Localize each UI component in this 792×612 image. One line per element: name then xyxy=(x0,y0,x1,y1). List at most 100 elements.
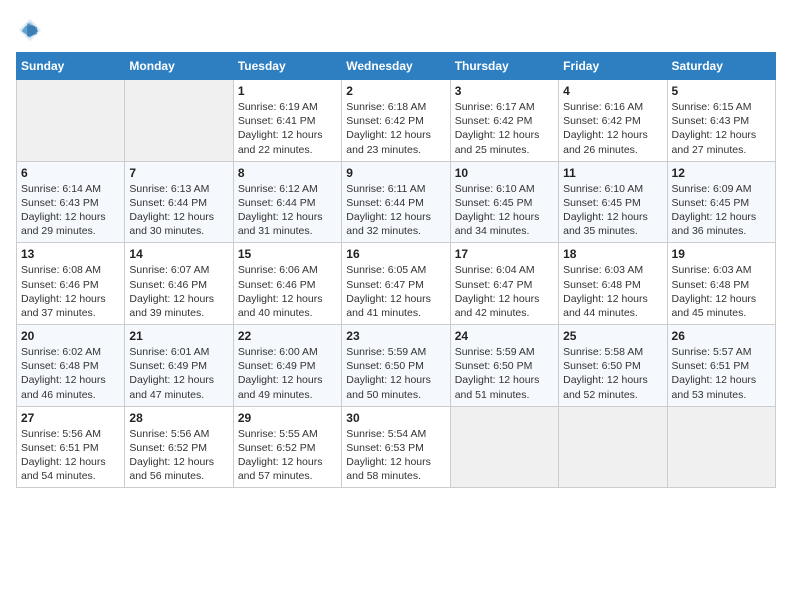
day-number: 19 xyxy=(672,247,771,261)
calendar-header-row: SundayMondayTuesdayWednesdayThursdayFrid… xyxy=(17,53,776,80)
daylight-text: Daylight: 12 hours and 32 minutes. xyxy=(346,211,431,237)
sunrise-text: Sunrise: 6:13 AM xyxy=(129,183,209,195)
calendar-cell: 1Sunrise: 6:19 AMSunset: 6:41 PMDaylight… xyxy=(233,80,341,162)
calendar-body: 1Sunrise: 6:19 AMSunset: 6:41 PMDaylight… xyxy=(17,80,776,488)
day-number: 23 xyxy=(346,329,445,343)
daylight-text: Daylight: 12 hours and 23 minutes. xyxy=(346,129,431,155)
calendar-cell: 28Sunrise: 5:56 AMSunset: 6:52 PMDayligh… xyxy=(125,406,233,488)
sunset-text: Sunset: 6:48 PM xyxy=(672,279,750,291)
daylight-text: Daylight: 12 hours and 22 minutes. xyxy=(238,129,323,155)
daylight-text: Daylight: 12 hours and 36 minutes. xyxy=(672,211,757,237)
calendar-cell: 14Sunrise: 6:07 AMSunset: 6:46 PMDayligh… xyxy=(125,243,233,325)
calendar-cell: 16 Sunrise: 6:05 AMSunset: 6:47 PMDayligh… xyxy=(342,243,450,325)
daylight-text: Daylight: 12 hours and 37 minutes. xyxy=(21,293,106,319)
sunrise-text: Sunrise: 6:05 AM xyxy=(346,264,426,276)
cell-content: Sunrise: 6:05 AMSunset: 6:47 PMDaylight:… xyxy=(346,263,445,320)
daylight-text: Daylight: 12 hours and 39 minutes. xyxy=(129,293,214,319)
sunset-text: Sunset: 6:52 PM xyxy=(238,442,316,454)
day-number: 3 xyxy=(455,84,554,98)
day-number: 15 xyxy=(238,247,337,261)
day-number: 27 xyxy=(21,411,120,425)
day-header-friday: Friday xyxy=(559,53,667,80)
sunset-text: Sunset: 6:47 PM xyxy=(455,279,533,291)
cell-content: Sunrise: 5:57 AMSunset: 6:51 PMDaylight:… xyxy=(672,345,771,402)
day-number: 20 xyxy=(21,329,120,343)
daylight-text: Daylight: 12 hours and 56 minutes. xyxy=(129,456,214,482)
day-header-tuesday: Tuesday xyxy=(233,53,341,80)
calendar-cell xyxy=(450,406,558,488)
sunset-text: Sunset: 6:49 PM xyxy=(129,360,207,372)
calendar-week-3: 13Sunrise: 6:08 AMSunset: 6:46 PMDayligh… xyxy=(17,243,776,325)
sunrise-text: Sunrise: 5:55 AM xyxy=(238,428,318,440)
daylight-text: Daylight: 12 hours and 54 minutes. xyxy=(21,456,106,482)
calendar-cell: 7Sunrise: 6:13 AMSunset: 6:44 PMDaylight… xyxy=(125,161,233,243)
calendar-week-2: 6Sunrise: 6:14 AMSunset: 6:43 PMDaylight… xyxy=(17,161,776,243)
calendar-cell: 6Sunrise: 6:14 AMSunset: 6:43 PMDaylight… xyxy=(17,161,125,243)
sunrise-text: Sunrise: 5:56 AM xyxy=(21,428,101,440)
daylight-text: Daylight: 12 hours and 53 minutes. xyxy=(672,374,757,400)
cell-content: Sunrise: 6:03 AMSunset: 6:48 PMDaylight:… xyxy=(672,263,771,320)
calendar-cell: 24Sunrise: 5:59 AMSunset: 6:50 PMDayligh… xyxy=(450,325,558,407)
sunrise-text: Sunrise: 6:19 AM xyxy=(238,101,318,113)
calendar-week-1: 1Sunrise: 6:19 AMSunset: 6:41 PMDaylight… xyxy=(17,80,776,162)
cell-content: Sunrise: 5:55 AM Sunset: 6:52 PM Daylight:… xyxy=(238,427,337,484)
daylight-text: Daylight: 12 hours and 34 minutes. xyxy=(455,211,540,237)
cell-content: Sunrise: 6:13 AMSunset: 6:44 PMDaylight:… xyxy=(129,182,228,239)
day-header-sunday: Sunday xyxy=(17,53,125,80)
calendar-cell xyxy=(559,406,667,488)
calendar-cell: 5 Sunrise: 6:15 AMSunset: 6:43 PMDaylight… xyxy=(667,80,775,162)
cell-content: Sunrise: 6:14 AM Sunset: 6:43 PM Daylight:… xyxy=(21,182,120,239)
daylight-text: Daylight: 12 hours and 40 minutes. xyxy=(238,293,323,319)
daylight-text: Daylight: 12 hours and 46 minutes. xyxy=(21,374,106,400)
day-number: 29 xyxy=(238,411,337,425)
calendar-cell: 11 Sunrise: 6:10 AMSunset: 6:45 PMDayligh… xyxy=(559,161,667,243)
sunset-text: Sunset: 6:49 PM xyxy=(238,360,316,372)
sunrise-text: Sunrise: 6:08 AM xyxy=(21,264,101,276)
calendar-table: SundayMondayTuesdayWednesdayThursdayFrid… xyxy=(16,52,776,488)
day-number: 8 xyxy=(238,166,337,180)
sunrise-text: Sunrise: 6:14 AM xyxy=(21,183,101,195)
day-number: 11 xyxy=(563,166,662,180)
cell-content: Sunrise: 6:00 AMSunset: 6:49 PMDaylight:… xyxy=(238,345,337,402)
sunset-text: Sunset: 6:45 PM xyxy=(672,197,750,209)
day-number: 9 xyxy=(346,166,445,180)
calendar-cell: 15Sunrise: 6:06 AMSunset: 6:46 PMDayligh… xyxy=(233,243,341,325)
calendar-cell: 20 Sunrise: 6:02 AM Sunset: 6:48 PM Dayligh… xyxy=(17,325,125,407)
daylight-text: Daylight: 12 hours and 57 minutes. xyxy=(238,456,323,482)
sunset-text: Sunset: 6:46 PM xyxy=(21,279,99,291)
calendar-cell xyxy=(667,406,775,488)
sunrise-text: Sunrise: 6:11 AM xyxy=(346,183,425,195)
cell-content: Sunrise: 6:01 AMSunset: 6:49 PMDaylight:… xyxy=(129,345,228,402)
sunrise-text: Sunrise: 6:18 AM xyxy=(346,101,426,113)
sunset-text: Sunset: 6:45 PM xyxy=(455,197,533,209)
cell-content: Sunrise: 6:15 AMSunset: 6:43 PMDaylight:… xyxy=(672,100,771,157)
daylight-text: Daylight: 12 hours and 26 minutes. xyxy=(563,129,648,155)
calendar-cell: 26Sunrise: 5:57 AMSunset: 6:51 PMDayligh… xyxy=(667,325,775,407)
calendar-cell: 4Sunrise: 6:16 AMSunset: 6:42 PMDaylight… xyxy=(559,80,667,162)
daylight-text: Daylight: 12 hours and 51 minutes. xyxy=(455,374,540,400)
calendar-cell: 27Sunrise: 5:56 AMSunset: 6:51 PMDayligh… xyxy=(17,406,125,488)
sunset-text: Sunset: 6:48 PM xyxy=(21,360,99,372)
sunset-text: Sunset: 6:43 PM xyxy=(21,197,99,209)
daylight-text: Daylight: 12 hours and 41 minutes. xyxy=(346,293,431,319)
day-number: 16 xyxy=(346,247,445,261)
sunset-text: Sunset: 6:46 PM xyxy=(238,279,316,291)
day-number: 5 xyxy=(672,84,771,98)
daylight-text: Daylight: 12 hours and 47 minutes. xyxy=(129,374,214,400)
calendar-cell: 12Sunrise: 6:09 AMSunset: 6:45 PMDayligh… xyxy=(667,161,775,243)
cell-content: Sunrise: 6:10 AMSunset: 6:45 PMDaylight:… xyxy=(563,182,662,239)
sunset-text: Sunset: 6:51 PM xyxy=(672,360,750,372)
sunset-text: Sunset: 6:43 PM xyxy=(672,115,750,127)
sunset-text: Sunset: 6:45 PM xyxy=(563,197,641,209)
sunrise-text: Sunrise: 6:09 AM xyxy=(672,183,752,195)
daylight-text: Daylight: 12 hours and 27 minutes. xyxy=(672,129,757,155)
sunrise-text: Sunrise: 6:02 AM xyxy=(21,346,101,358)
daylight-text: Daylight: 12 hours and 45 minutes. xyxy=(672,293,757,319)
sunrise-text: Sunrise: 6:16 AM xyxy=(563,101,643,113)
cell-content: Sunrise: 6:02 AM Sunset: 6:48 PM Daylight:… xyxy=(21,345,120,402)
cell-content: Sunrise: 6:04 AMSunset: 6:47 PMDaylight:… xyxy=(455,263,554,320)
daylight-text: Daylight: 12 hours and 29 minutes. xyxy=(21,211,106,237)
daylight-text: Daylight: 12 hours and 49 minutes. xyxy=(238,374,323,400)
calendar-cell: 21Sunrise: 6:01 AMSunset: 6:49 PMDayligh… xyxy=(125,325,233,407)
sunset-text: Sunset: 6:53 PM xyxy=(346,442,424,454)
